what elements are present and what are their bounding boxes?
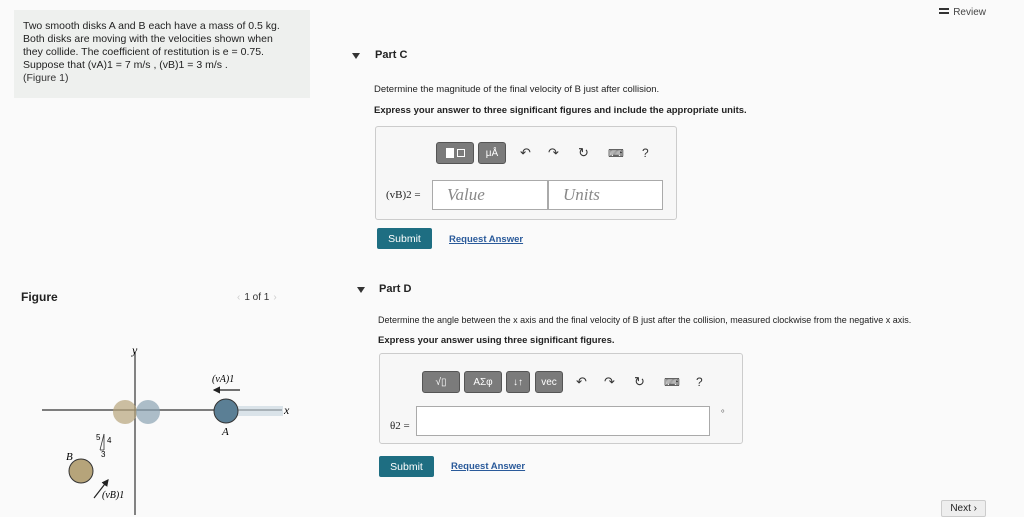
degree-unit: ° [721,408,725,418]
problem-statement: Two smooth disks A and B each have a mas… [14,10,310,98]
part-d-title: Part D [379,283,412,295]
sqrt-template-button[interactable]: √▯ [422,371,460,393]
slope-triangle-hyp [99,433,105,451]
part-c-instruction: Express your answer to three significant… [374,105,747,116]
help-icon[interactable]: ? [642,146,649,160]
keyboard-icon[interactable]: ⌨ [608,147,624,161]
y-axis-label: y [131,343,138,357]
slope-4: 4 [107,436,112,445]
keyboard-icon[interactable]: ⌨ [664,376,680,390]
figure-link[interactable]: (Figure 1) [23,72,310,85]
part-c-submit-button[interactable]: Submit [377,228,432,249]
help-icon[interactable]: ? [696,375,703,389]
angle-input[interactable] [416,406,710,436]
next-figure-icon[interactable]: › [273,292,276,303]
pager-label: 1 of 1 [244,292,270,303]
part-d-variable-label: θ2 = [390,420,410,432]
redo-icon[interactable]: ↷ [548,146,559,160]
part-d-instruction: Express your answer using three signific… [378,335,615,346]
problem-line-4: Suppose that (vA)1 = 7 m/s , (vB)1 = 3 m… [23,59,228,71]
vb-label: (vB)1 [102,490,124,501]
greek-button[interactable]: ΑΣφ [464,371,502,393]
slope-5: 5 [96,433,101,442]
disk-b-contact-ghost [113,400,137,424]
disk-b-label: B [66,451,73,463]
problem-line-3: they collide. The coefficient of restitu… [23,46,264,58]
part-d-submit-button[interactable]: Submit [379,456,434,477]
prev-figure-icon[interactable]: ‹ [237,292,240,303]
undo-icon[interactable]: ↶ [520,146,531,160]
template-button[interactable] [436,142,474,164]
units-button[interactable]: μÅ [478,142,506,164]
value-input[interactable]: Value [432,180,548,210]
disk-a [213,398,239,424]
review-icon [939,8,950,14]
part-c-answer-box: μÅ ↶ ↷ ↻ ⌨ ? (vB)2 = Value Units [375,126,677,220]
next-button[interactable]: Next › [941,500,986,517]
template-icon [445,148,454,158]
problem-line-2: Both disks are moving with the velocitie… [23,33,273,45]
reset-icon[interactable]: ↻ [634,375,645,389]
undo-icon[interactable]: ↶ [576,375,587,389]
swap-button[interactable]: ↓↑ [506,371,530,393]
redo-icon[interactable]: ↷ [604,375,615,389]
template-icon-small [456,149,465,157]
disk-a-label: A [221,426,229,438]
slope-3: 3 [101,450,106,459]
disk-a-contact-ghost [136,400,160,424]
part-c-question: Determine the magnitude of the final vel… [374,84,660,95]
part-d-answer-box: √▯ ΑΣφ ↓↑ vec ↶ ↷ ↻ ⌨ ? θ2 = ° [379,353,743,444]
part-c-collapse-icon[interactable] [352,53,360,59]
collision-diagram: y x (vA)1 A B (vB)1 5 4 3 [42,343,290,515]
reset-icon[interactable]: ↻ [578,146,589,160]
part-d-collapse-icon[interactable] [357,287,365,293]
va-label: (vA)1 [212,374,234,385]
review-link[interactable]: Review [939,7,986,18]
motion-trail [235,406,283,416]
part-c-variable-label: (vB)2 = [386,189,421,201]
review-label: Review [953,7,986,18]
vector-button[interactable]: vec [535,371,563,393]
part-d-question: Determine the angle between the x axis a… [378,315,912,325]
part-c-request-answer-link[interactable]: Request Answer [449,234,523,245]
figure-title: Figure [21,290,58,304]
units-input[interactable]: Units [548,180,663,210]
part-c-title: Part C [375,49,408,61]
part-d-request-answer-link[interactable]: Request Answer [451,461,525,472]
problem-line-1: Two smooth disks A and B each have a mas… [23,20,280,32]
figure-pager: ‹ 1 of 1 › [233,292,281,303]
x-axis-label: x [283,403,290,417]
